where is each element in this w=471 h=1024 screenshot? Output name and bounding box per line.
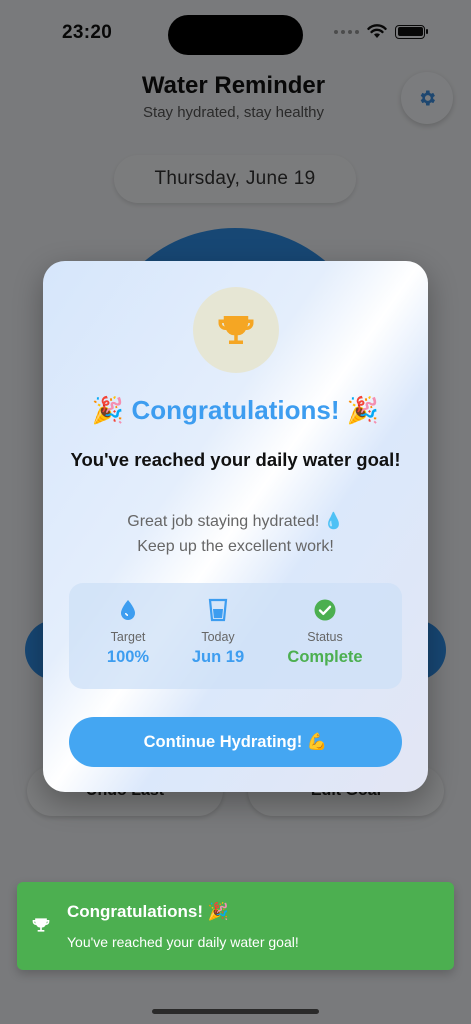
home-indicator[interactable] <box>152 1009 319 1014</box>
check-circle-icon <box>314 599 336 621</box>
stat-value: Jun 19 <box>191 648 245 666</box>
toast-icon-wrap <box>31 915 51 940</box>
water-drop-icon <box>121 600 135 620</box>
toast-title: Congratulations! 🎉 <box>67 902 229 921</box>
stat-status: Status Complete <box>270 597 380 667</box>
congratulations-modal: 🎉 Congratulations! 🎉 You've reached your… <box>43 261 428 792</box>
glass-icon <box>208 598 228 622</box>
trophy-badge <box>193 287 279 373</box>
stat-label: Today <box>201 630 235 644</box>
modal-message-line-1: Great job staying hydrated! 💧 <box>127 513 344 530</box>
modal-message: Great job staying hydrated! 💧 Keep up th… <box>63 509 408 559</box>
stat-label: Status <box>307 630 343 644</box>
success-toast[interactable]: Congratulations! 🎉 You've reached your d… <box>17 882 454 970</box>
stats-panel: Target 100% Today Jun 19 Status Complete <box>69 583 402 689</box>
stat-today: Today Jun 19 <box>163 597 273 667</box>
modal-heading: You've reached your daily water goal! <box>70 449 401 470</box>
modal-title: 🎉 Congratulations! 🎉 <box>91 395 380 425</box>
continue-hydrating-button[interactable]: Continue Hydrating! 💪 <box>69 717 402 767</box>
trophy-icon <box>32 918 50 932</box>
stat-value: Complete <box>287 648 363 666</box>
trophy-icon <box>218 316 254 344</box>
modal-message-line-2: Keep up the excellent work! <box>137 538 334 555</box>
toast-message: You've reached your daily water goal! <box>67 934 299 950</box>
